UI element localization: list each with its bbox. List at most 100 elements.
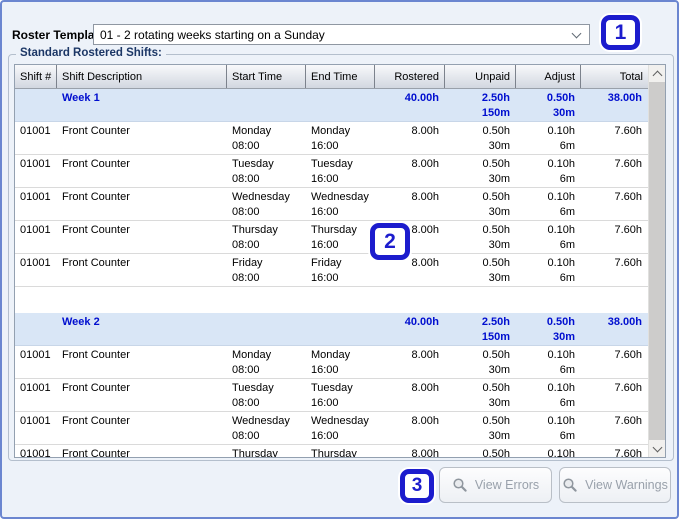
- end-time-cell: Thursday16:00: [306, 446, 375, 457]
- week-total-cell: 38.00h: [581, 314, 648, 345]
- unpaid-cell: 0.50h30m: [445, 413, 516, 444]
- column-header-end-time[interactable]: End Time: [306, 65, 375, 88]
- shift-description-cell: Front Counter: [57, 189, 227, 220]
- view-warnings-button[interactable]: View Warnings: [559, 467, 671, 503]
- week-label-cell: Week 2: [57, 314, 227, 345]
- groupbox-label: Standard Rostered Shifts:: [16, 47, 166, 59]
- week-rostered-cell: 40.00h: [375, 314, 445, 345]
- table-row[interactable]: 01001Front CounterMonday08:00Monday16:00…: [15, 122, 648, 155]
- shift-number-cell: 01001: [15, 222, 57, 253]
- unpaid-cell: 0.50h30m: [445, 189, 516, 220]
- start-time-cell: Friday08:00: [227, 255, 306, 286]
- column-header-shift[interactable]: Shift #: [15, 65, 57, 88]
- shift-description-cell: Front Counter: [57, 222, 227, 253]
- shift-description-cell: Front Counter: [57, 413, 227, 444]
- shift-number-cell: 01001: [15, 446, 57, 457]
- shift-number-cell: 01001: [15, 347, 57, 378]
- end-time-cell: Wednesday16:00: [306, 413, 375, 444]
- magnifier-icon: [562, 477, 578, 493]
- start-time-cell: Monday08:00: [227, 123, 306, 154]
- vertical-scrollbar[interactable]: [648, 65, 665, 457]
- unpaid-cell: 0.50h30m: [445, 222, 516, 253]
- week-adjust-cell: 0.50h30m: [516, 90, 581, 121]
- chevron-up-icon: [652, 70, 662, 80]
- table-row[interactable]: 01001Front CounterThursday08:00Thursday1…: [15, 445, 648, 457]
- column-header-unpaid[interactable]: Unpaid: [445, 65, 516, 88]
- column-header-adjust[interactable]: Adjust: [516, 65, 581, 88]
- week-shift-cell: [15, 90, 57, 121]
- unpaid-cell: 0.50h30m: [445, 156, 516, 187]
- unpaid-cell: 0.50h30m: [445, 347, 516, 378]
- table-row[interactable]: 01001Front CounterThursday08:00Thursday1…: [15, 221, 648, 254]
- total-cell: 7.60h: [581, 222, 648, 253]
- shift-description-cell: Front Counter: [57, 446, 227, 457]
- week-unpaid-cell: 2.50h150m: [445, 314, 516, 345]
- adjust-cell: 0.10h6m: [516, 156, 581, 187]
- start-time-cell: Wednesday08:00: [227, 413, 306, 444]
- total-cell: 7.60h: [581, 189, 648, 220]
- total-cell: 7.60h: [581, 255, 648, 286]
- table-row[interactable]: 01001Front CounterTuesday08:00Tuesday16:…: [15, 155, 648, 188]
- section-gap: [15, 287, 648, 313]
- table-row[interactable]: 01001Front CounterMonday08:00Monday16:00…: [15, 346, 648, 379]
- roster-template-select[interactable]: 01 - 2 rotating weeks starting on a Sund…: [93, 24, 590, 45]
- start-time-cell: Thursday08:00: [227, 222, 306, 253]
- week-end-cell: [306, 314, 375, 345]
- total-cell: 7.60h: [581, 123, 648, 154]
- scroll-up-button[interactable]: [649, 65, 665, 82]
- adjust-cell: 0.10h6m: [516, 189, 581, 220]
- end-time-cell: Friday16:00: [306, 255, 375, 286]
- start-time-cell: Tuesday08:00: [227, 380, 306, 411]
- scrollbar-thumb[interactable]: [649, 82, 665, 440]
- week-summary-row[interactable]: Week 2 40.00h2.50h150m0.50h30m38.00h: [15, 313, 648, 346]
- column-header-start-time[interactable]: Start Time: [227, 65, 306, 88]
- end-time-cell: Tuesday16:00: [306, 156, 375, 187]
- week-shift-cell: [15, 314, 57, 345]
- rostered-cell: 8.00h: [375, 156, 445, 187]
- total-cell: 7.60h: [581, 413, 648, 444]
- scroll-down-button[interactable]: [649, 440, 665, 457]
- total-cell: 7.60h: [581, 446, 648, 457]
- column-header-shift-description[interactable]: Shift Description: [57, 65, 227, 88]
- shift-description-cell: Front Counter: [57, 156, 227, 187]
- unpaid-cell: 0.50h30m: [445, 255, 516, 286]
- column-header-rostered[interactable]: Rostered: [375, 65, 445, 88]
- shift-description-cell: Front Counter: [57, 255, 227, 286]
- week-total-cell: 38.00h: [581, 90, 648, 121]
- adjust-cell: 0.10h6m: [516, 446, 581, 457]
- start-time-cell: Wednesday08:00: [227, 189, 306, 220]
- rostered-cell: 8.00h: [375, 123, 445, 154]
- rostered-cell: 8.00h: [375, 347, 445, 378]
- shift-description-cell: Front Counter: [57, 380, 227, 411]
- table-row[interactable]: 01001Front CounterTuesday08:00Tuesday16:…: [15, 379, 648, 412]
- shift-number-cell: 01001: [15, 413, 57, 444]
- shift-description-cell: Front Counter: [57, 123, 227, 154]
- shift-number-cell: 01001: [15, 156, 57, 187]
- week-summary-row[interactable]: Week 1 40.00h2.50h150m0.50h30m38.00h: [15, 89, 648, 122]
- table-row[interactable]: 01001Front CounterFriday08:00Friday16:00…: [15, 254, 648, 287]
- week-label-cell: Week 1: [57, 90, 227, 121]
- shift-number-cell: 01001: [15, 189, 57, 220]
- week-unpaid-cell: 2.50h150m: [445, 90, 516, 121]
- total-cell: 7.60h: [581, 380, 648, 411]
- roster-template-window: Roster Template: 01 - 2 rotating weeks s…: [0, 0, 679, 519]
- table-body: Week 140.00h2.50h150m0.50h30m38.00h01001…: [15, 89, 648, 457]
- table-row[interactable]: 01001Front CounterWednesday08:00Wednesda…: [15, 188, 648, 221]
- table-row[interactable]: 01001Front CounterWednesday08:00Wednesda…: [15, 412, 648, 445]
- annotation-badge-3: 3: [400, 469, 434, 503]
- adjust-cell: 0.10h6m: [516, 123, 581, 154]
- chevron-down-icon: [652, 442, 662, 452]
- rostered-cell: 8.00h: [375, 189, 445, 220]
- adjust-cell: 0.10h6m: [516, 413, 581, 444]
- week-rostered-cell: 40.00h: [375, 90, 445, 121]
- adjust-cell: 0.10h6m: [516, 347, 581, 378]
- rostered-cell: 8.00h: [375, 413, 445, 444]
- view-errors-button[interactable]: View Errors: [439, 467, 552, 503]
- annotation-badge-1: 1: [601, 15, 640, 50]
- shifts-table-main: Shift #Shift DescriptionStart TimeEnd Ti…: [15, 65, 648, 457]
- week-adjust-cell: 0.50h30m: [516, 314, 581, 345]
- chevron-down-icon: [572, 29, 582, 39]
- column-header-total[interactable]: Total: [581, 65, 648, 88]
- view-errors-label: View Errors: [475, 478, 539, 492]
- start-time-cell: Monday08:00: [227, 347, 306, 378]
